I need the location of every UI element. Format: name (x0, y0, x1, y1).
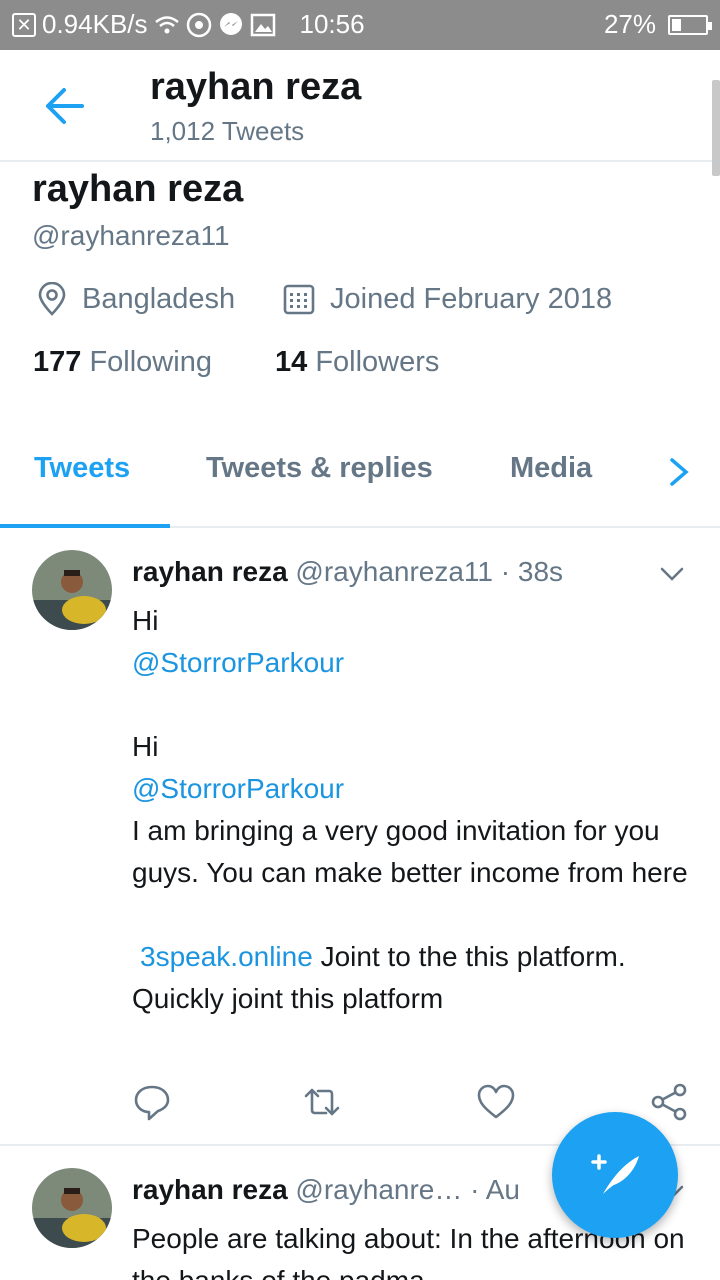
tweet-author-name[interactable]: rayhan reza (132, 1174, 288, 1205)
image-icon (250, 13, 275, 36)
profile-header-bar: rayhan reza 1,012 Tweets (0, 50, 720, 162)
compose-icon (591, 1154, 639, 1194)
compose-tweet-button[interactable] (552, 1112, 678, 1238)
mention-link[interactable]: @StorrorParkour (132, 642, 692, 684)
reply-icon[interactable] (132, 1082, 172, 1122)
network-speed: 0.94KB/s (42, 9, 148, 39)
tweet-time: · 38s (500, 556, 564, 587)
tab-tweets-and-replies[interactable]: Tweets & replies (206, 452, 433, 485)
header-title: rayhan reza (150, 66, 362, 108)
avatar[interactable] (32, 1168, 112, 1248)
followers-count: 14 (275, 346, 308, 378)
tweet-author-handle[interactable]: @rayhanreza11 (295, 556, 493, 587)
tweet-text: Hi @StorrorParkour Hi @StorrorParkour I … (132, 600, 692, 1020)
tweet-header: rayhan reza @rayhanre… · Au (132, 1174, 520, 1206)
followers-link[interactable]: 14 Followers (275, 346, 439, 379)
tweet-author-name[interactable]: rayhan reza (132, 556, 288, 587)
retweet-icon[interactable] (302, 1082, 342, 1122)
calendar-icon (283, 284, 315, 315)
profile-tabs: Tweets Tweets & replies Media (0, 432, 720, 528)
location-icon (38, 282, 66, 316)
tweet-line: I am bringing a very good invitation for… (132, 815, 688, 888)
tweet-line: Hi (132, 605, 159, 636)
profile-handle: @rayhanreza11 (32, 220, 230, 251)
following-link[interactable]: 177 Following (33, 346, 212, 379)
active-tab-indicator (0, 524, 170, 528)
tweet-header: rayhan reza @rayhanreza11 · 38s (132, 556, 563, 588)
tab-tweets[interactable]: Tweets (34, 452, 130, 485)
tweet-time: · Au (470, 1174, 520, 1205)
chrome-icon (186, 12, 211, 37)
tweet-count: 1,012 Tweets (150, 116, 305, 146)
battery-icon (668, 14, 712, 35)
joined-text: Joined February 2018 (330, 282, 613, 315)
profile-joined: Joined February 2018 (282, 282, 612, 316)
scrollbar[interactable] (712, 80, 720, 176)
back-arrow-icon[interactable] (44, 86, 86, 126)
following-count: 177 (33, 346, 82, 378)
tab-media[interactable]: Media (510, 452, 592, 485)
avatar[interactable] (32, 550, 112, 630)
chevron-right-icon[interactable] (666, 454, 692, 490)
profile-location: Bangladesh (36, 282, 235, 316)
close-notification-icon: ✕ (12, 12, 36, 37)
mention-link[interactable]: @StorrorParkour (132, 768, 692, 810)
url-link[interactable]: 3speak.online (132, 941, 313, 972)
share-icon[interactable] (650, 1082, 690, 1122)
location-text: Bangladesh (82, 282, 236, 315)
tweet-line: 3speak.online Joint to the this platform… (132, 936, 692, 1020)
following-label: Following (89, 346, 212, 378)
status-bar: ✕ 0.94KB/s 10:56 27% (0, 0, 720, 50)
chevron-down-icon[interactable] (660, 566, 684, 582)
followers-label: Followers (315, 346, 440, 378)
wifi-icon (154, 15, 179, 33)
battery-percent: 27% (603, 9, 656, 39)
like-icon[interactable] (476, 1082, 516, 1122)
messenger-icon (219, 12, 242, 35)
tweet-author-handle[interactable]: @rayhanre… (295, 1174, 462, 1205)
profile-name: rayhan reza (32, 168, 244, 210)
tweet-line: Hi (132, 731, 159, 762)
clock: 10:56 (299, 9, 365, 39)
